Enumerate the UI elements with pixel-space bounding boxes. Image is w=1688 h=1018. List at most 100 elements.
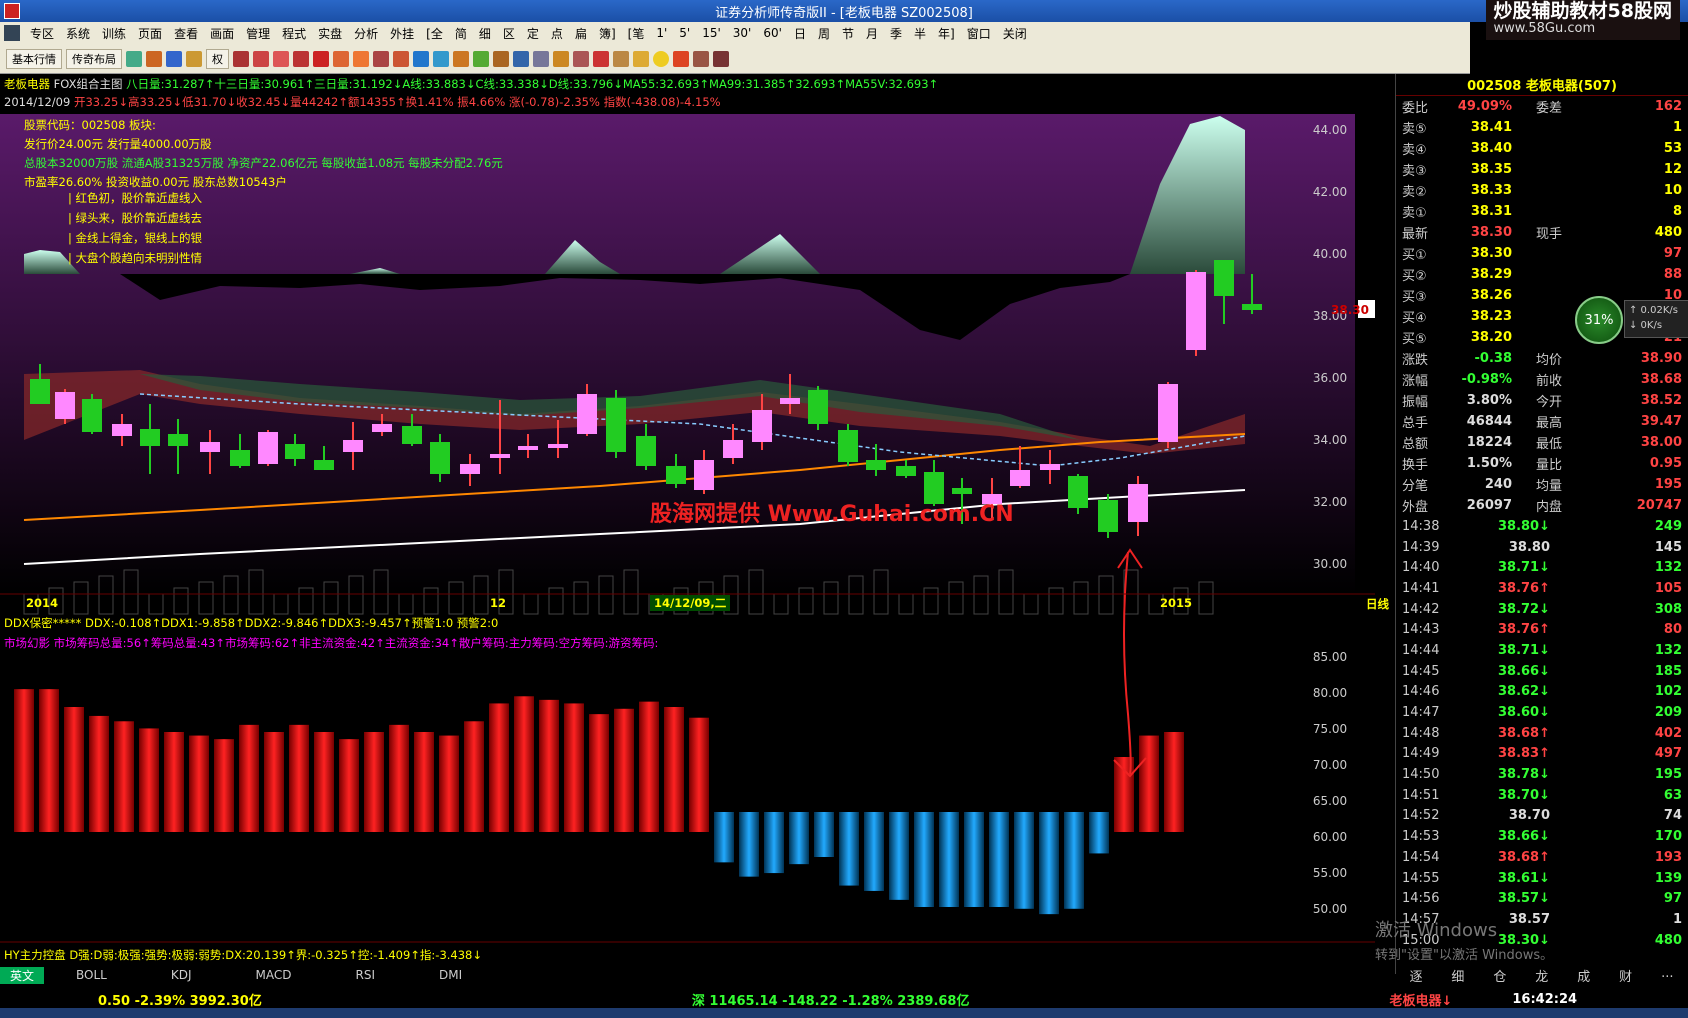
text-tool-icon[interactable] <box>673 50 689 67</box>
chart-icon[interactable] <box>146 50 162 67</box>
circle-icon[interactable] <box>653 50 669 67</box>
tick-qty: 185 <box>1654 663 1682 679</box>
menu-icon[interactable] <box>4 25 20 41</box>
menu-item[interactable]: 月 <box>860 25 884 42</box>
draw-icon[interactable] <box>493 50 509 67</box>
menu-item[interactable]: 半 <box>908 25 932 42</box>
tick-row: 14:43 38.76↑ 80 <box>1396 619 1688 640</box>
list-icon[interactable] <box>233 50 249 67</box>
ddx-bar-red <box>164 732 184 832</box>
tool-icon[interactable] <box>393 50 409 67</box>
menu-item[interactable]: 训练 <box>96 25 132 42</box>
menu-item[interactable]: 年] <box>932 25 961 42</box>
quote-tab[interactable]: 成 <box>1577 966 1590 985</box>
trend-icon[interactable] <box>473 50 489 67</box>
menu-item[interactable]: 区 <box>497 25 521 42</box>
tick-time: 14:39 <box>1402 539 1440 555</box>
menu-item[interactable]: 日 <box>788 25 812 42</box>
menu-item[interactable]: 实盘 <box>312 25 348 42</box>
ddx-bar-blue <box>789 812 809 865</box>
tick-price: 38.57↓ <box>1497 891 1550 907</box>
tick-list[interactable]: 14:38 38.80↓ 249 14:39 38.80 145 14:40 38.71↓ 13… <box>1396 516 1688 950</box>
menu-item[interactable]: 30' <box>727 26 758 40</box>
menu-item[interactable]: 窗口 <box>961 25 997 42</box>
tick-price: 38.83↑ <box>1497 746 1550 762</box>
copy-icon[interactable] <box>693 50 709 67</box>
tick-time: 14:53 <box>1402 829 1440 845</box>
delete-icon[interactable] <box>713 50 729 67</box>
menu-item[interactable]: 查看 <box>168 25 204 42</box>
order-qty: 1 <box>1672 120 1682 135</box>
menu-item[interactable]: 页面 <box>132 25 168 42</box>
f10-icon[interactable] <box>293 50 309 67</box>
layout-button[interactable]: 传奇布局 <box>66 48 122 69</box>
menu-item[interactable]: 管理 <box>240 25 276 42</box>
quote-tab[interactable]: ... <box>1661 966 1673 984</box>
menu-item[interactable]: 关闭 <box>997 25 1033 42</box>
menu-item[interactable]: 簿] <box>593 25 622 42</box>
menu-item[interactable]: 系统 <box>60 25 96 42</box>
stat-icon[interactable] <box>453 50 469 67</box>
indicator-tab[interactable]: RSI <box>324 968 408 982</box>
quote-title: 002508 老板电器(507) <box>1396 74 1688 96</box>
window-icon[interactable] <box>166 50 182 67</box>
layout-icon[interactable] <box>373 50 389 67</box>
candle-body <box>460 464 480 474</box>
tick-row: 14:52 38.70 74 <box>1396 806 1688 827</box>
quote-tab[interactable]: 细 <box>1451 966 1464 985</box>
menu-item[interactable]: 点 <box>545 25 569 42</box>
menu-item[interactable]: 画面 <box>204 25 240 42</box>
menu-item[interactable]: [笔 <box>622 25 651 42</box>
line-tool-icon[interactable] <box>533 50 549 67</box>
channel-icon[interactable] <box>573 50 589 67</box>
stat-row: 总额 18224 最低 38.00 <box>1396 432 1688 453</box>
menu-item[interactable]: 周 <box>812 25 836 42</box>
gann-icon[interactable] <box>593 50 609 67</box>
order-row: 卖① 38.31 8 <box>1396 201 1688 222</box>
menu-item[interactable]: 分析 <box>348 25 384 42</box>
quan-button[interactable]: 权 <box>206 48 229 69</box>
kline-chart-area[interactable]: 老板电器 FOX组合主图 八日量:31.287↑十三日量:30.961↑三日量:… <box>0 74 1389 974</box>
rect-icon[interactable] <box>633 50 649 67</box>
menu-item[interactable]: 程式 <box>276 25 312 42</box>
home-icon[interactable] <box>353 50 369 67</box>
menu-item[interactable]: 简 <box>449 25 473 42</box>
table-icon[interactable] <box>433 50 449 67</box>
grid-icon[interactable] <box>126 50 142 67</box>
cursor-icon[interactable] <box>513 50 529 67</box>
quote-tab[interactable]: 仓 <box>1493 966 1506 985</box>
menu-item[interactable]: 扁 <box>569 25 593 42</box>
menu-item[interactable]: 5' <box>673 26 696 40</box>
sound-icon[interactable] <box>333 50 349 67</box>
fib-icon[interactable] <box>553 50 569 67</box>
menu-item[interactable]: 60' <box>757 26 788 40</box>
candle-body <box>314 460 334 470</box>
menu-item[interactable]: 季 <box>884 25 908 42</box>
basic-quote-button[interactable]: 基本行情 <box>6 48 62 69</box>
parallel-icon[interactable] <box>613 50 629 67</box>
menu-item[interactable]: 细 <box>473 25 497 42</box>
kline-icon[interactable] <box>253 50 269 67</box>
menu-item[interactable]: 节 <box>836 25 860 42</box>
quote-tab[interactable]: 逐 <box>1409 966 1422 985</box>
menu-item[interactable]: 定 <box>521 25 545 42</box>
indicator-tab[interactable]: BOLL <box>44 968 139 982</box>
price-axis-label: 42.00 <box>1313 185 1347 199</box>
minute-icon[interactable] <box>273 50 289 67</box>
indicator-tab[interactable]: MACD <box>224 968 324 982</box>
order-row: 卖④ 38.40 53 <box>1396 138 1688 159</box>
menu-item[interactable]: 外挂 <box>384 25 420 42</box>
alert-icon[interactable] <box>313 50 329 67</box>
indicator-tab[interactable]: 英文 <box>0 966 45 984</box>
indicator-tab[interactable]: KDJ <box>139 968 224 982</box>
menu-item[interactable]: 1' <box>650 26 673 40</box>
bar-icon[interactable] <box>186 50 202 67</box>
menu-item[interactable]: 15' <box>696 26 727 40</box>
cross-icon[interactable] <box>413 50 429 67</box>
ddx-bar-red <box>514 696 534 832</box>
quote-tab[interactable]: 财 <box>1619 966 1632 985</box>
indicator-tab[interactable]: DMI <box>407 968 494 982</box>
quote-tab[interactable]: 龙 <box>1535 966 1548 985</box>
menu-item[interactable]: 专区 <box>24 25 60 42</box>
menu-item[interactable]: [全 <box>420 25 449 42</box>
